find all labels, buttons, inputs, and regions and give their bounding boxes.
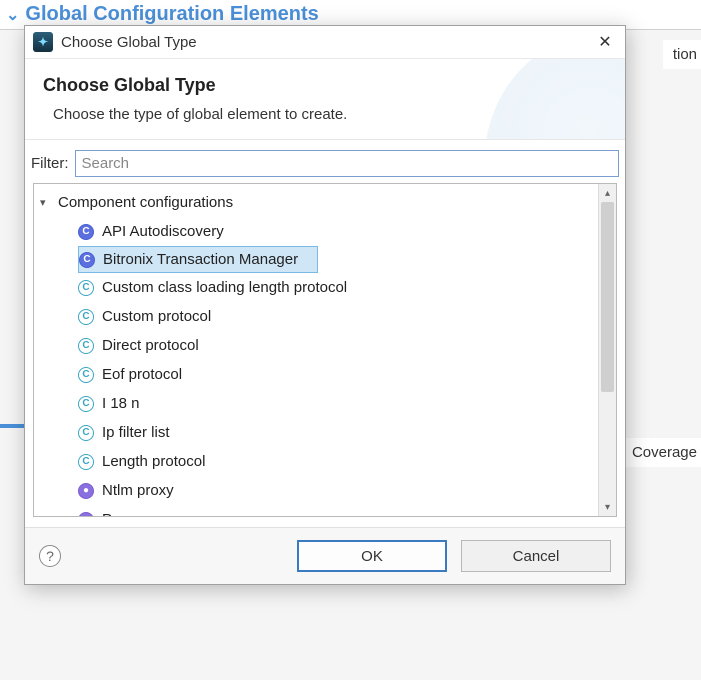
component-icon: C: [78, 454, 94, 470]
tree-item-bitronix-transaction-manager[interactable]: C Bitronix Transaction Manager: [78, 246, 318, 273]
tree-item-proxy[interactable]: ● Proxy: [34, 505, 598, 516]
filter-input[interactable]: [75, 150, 620, 177]
component-icon: C: [78, 280, 94, 296]
dialog-header: Choose Global Type Choose the type of gl…: [25, 59, 625, 140]
page-title: Global Configuration Elements: [25, 3, 318, 26]
close-icon[interactable]: ✕: [595, 32, 615, 52]
filter-label: Filter:: [31, 155, 69, 172]
tree-item-label: Custom protocol: [102, 308, 211, 325]
window-title: Choose Global Type: [61, 34, 587, 51]
tree-item-custom-class-loading-length-protocol[interactable]: C Custom class loading length protocol: [34, 273, 598, 302]
tree-item-label: API Autodiscovery: [102, 223, 224, 240]
filter-row: Filter:: [25, 140, 625, 183]
tree-item-i18n[interactable]: C I 18 n: [34, 389, 598, 418]
tree-item-label: I 18 n: [102, 395, 140, 412]
component-icon: C: [79, 252, 95, 268]
tree-item-eof-protocol[interactable]: C Eof protocol: [34, 360, 598, 389]
tree-item-length-protocol[interactable]: C Length protocol: [34, 447, 598, 476]
tree-item-ip-filter-list[interactable]: C Ip filter list: [34, 418, 598, 447]
header-decoration: [485, 59, 625, 140]
dialog-subheading: Choose the type of global element to cre…: [43, 106, 607, 123]
component-icon: ●: [78, 512, 94, 517]
collapse-icon[interactable]: ⌄: [6, 5, 19, 25]
dialog-button-row: ? OK Cancel: [25, 527, 625, 584]
tree-item-label: Direct protocol: [102, 337, 199, 354]
tree-item-ntlm-proxy[interactable]: ● Ntlm proxy: [34, 476, 598, 505]
tree-item-label: Length protocol: [102, 453, 205, 470]
tree-item-label: Eof protocol: [102, 366, 182, 383]
component-icon: C: [78, 309, 94, 325]
component-icon: C: [78, 396, 94, 412]
chevron-down-icon[interactable]: ▾: [40, 196, 54, 209]
background-tab-fragment: tion: [663, 40, 701, 69]
tree-item-label: Bitronix Transaction Manager: [103, 251, 298, 268]
tree-item-label: Ip filter list: [102, 424, 170, 441]
tree-scrollbar[interactable]: ▴ ▾: [598, 184, 616, 516]
tree-item-label: Proxy: [102, 511, 140, 516]
help-icon[interactable]: ?: [39, 545, 61, 567]
component-icon: C: [78, 224, 94, 240]
tree-item-label: Custom class loading length protocol: [102, 279, 347, 296]
coverage-tab[interactable]: Coverage: [622, 438, 701, 467]
tree-item-api-autodiscovery[interactable]: C API Autodiscovery: [34, 217, 598, 246]
choose-global-type-dialog: ✦ Choose Global Type ✕ Choose Global Typ…: [24, 25, 626, 585]
scroll-up-icon[interactable]: ▴: [599, 184, 616, 202]
tree-group-component-configurations[interactable]: ▾ Component configurations: [34, 188, 598, 217]
component-tree[interactable]: ▾ Component configurations C API Autodis…: [34, 184, 598, 516]
tree-item-custom-protocol[interactable]: C Custom protocol: [34, 302, 598, 331]
component-icon: ●: [78, 483, 94, 499]
tree-container: ▾ Component configurations C API Autodis…: [33, 183, 617, 517]
tree-group-label: Component configurations: [58, 194, 233, 211]
dialog-heading: Choose Global Type: [43, 75, 607, 96]
component-icon: C: [78, 425, 94, 441]
cancel-button[interactable]: Cancel: [461, 540, 611, 572]
titlebar: ✦ Choose Global Type ✕: [25, 26, 625, 59]
app-icon: ✦: [33, 32, 53, 52]
component-icon: C: [78, 338, 94, 354]
scroll-down-icon[interactable]: ▾: [599, 498, 616, 516]
scroll-thumb[interactable]: [601, 202, 614, 392]
tree-item-direct-protocol[interactable]: C Direct protocol: [34, 331, 598, 360]
component-icon: C: [78, 367, 94, 383]
ok-button[interactable]: OK: [297, 540, 447, 572]
tree-item-label: Ntlm proxy: [102, 482, 174, 499]
